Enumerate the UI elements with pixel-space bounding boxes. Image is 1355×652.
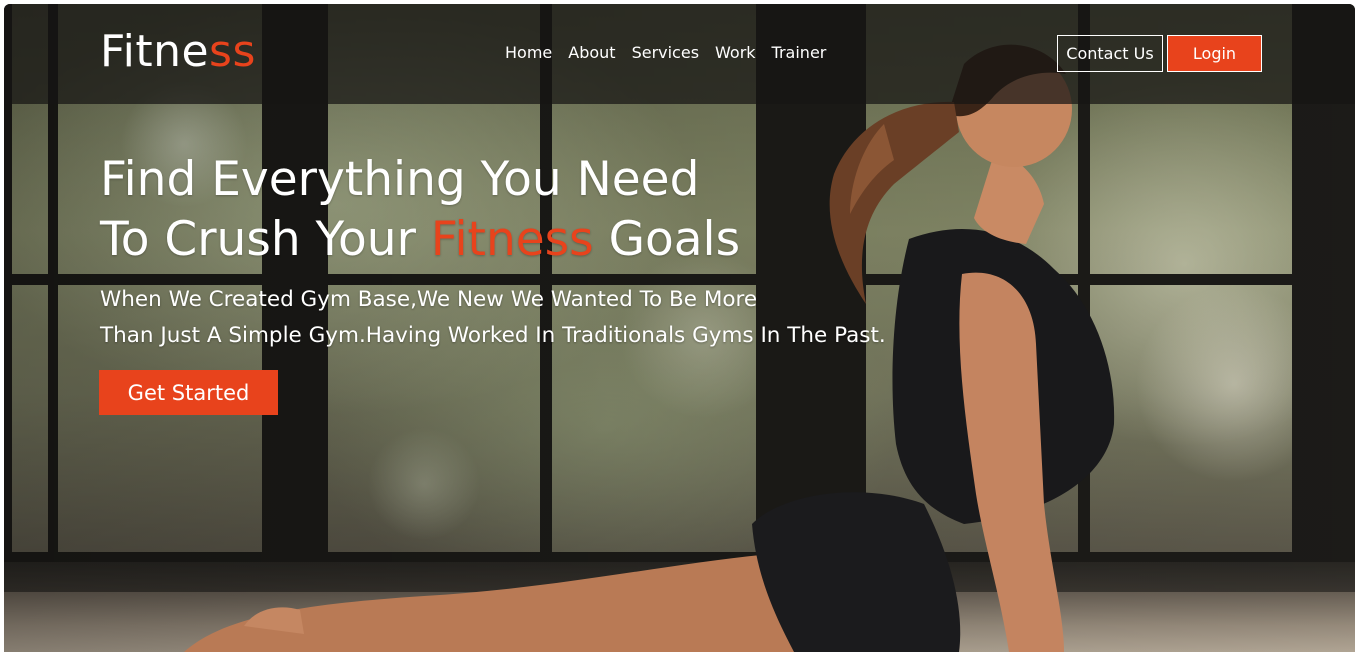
hero-title-line2-suffix: Goals [593, 212, 741, 267]
brand-name: Fitne [100, 26, 210, 77]
hero-title: Find Everything You Need To Crush Your F… [100, 150, 860, 270]
login-button[interactable]: Login [1167, 35, 1262, 72]
brand-name-accent: ss [209, 26, 256, 77]
get-started-button[interactable]: Get Started [99, 370, 278, 415]
hero-title-line2-prefix: To Crush Your [100, 212, 431, 267]
hero-title-accent: Fitness [430, 212, 594, 267]
hero-title-line1: Find Everything You Need [100, 152, 700, 207]
landing-page: Fitness Home About Services Work Trainer… [4, 4, 1355, 652]
hero-subtitle: When We Created Gym Base,We New We Wante… [100, 282, 1000, 354]
site-header: Fitness Home About Services Work Trainer… [4, 4, 1355, 104]
nav-trainer[interactable]: Trainer [772, 43, 827, 63]
main-nav: Home About Services Work Trainer [505, 43, 826, 63]
hero-subtitle-line2: Than Just A Simple Gym.Having Worked In … [100, 323, 886, 348]
brand-logo[interactable]: Fitness [100, 24, 256, 80]
contact-us-button[interactable]: Contact Us [1057, 35, 1163, 72]
nav-home[interactable]: Home [505, 43, 552, 63]
hero-subtitle-line1: When We Created Gym Base,We New We Wante… [100, 287, 758, 312]
nav-services[interactable]: Services [632, 43, 699, 63]
nav-about[interactable]: About [568, 43, 615, 63]
nav-work[interactable]: Work [715, 43, 756, 63]
